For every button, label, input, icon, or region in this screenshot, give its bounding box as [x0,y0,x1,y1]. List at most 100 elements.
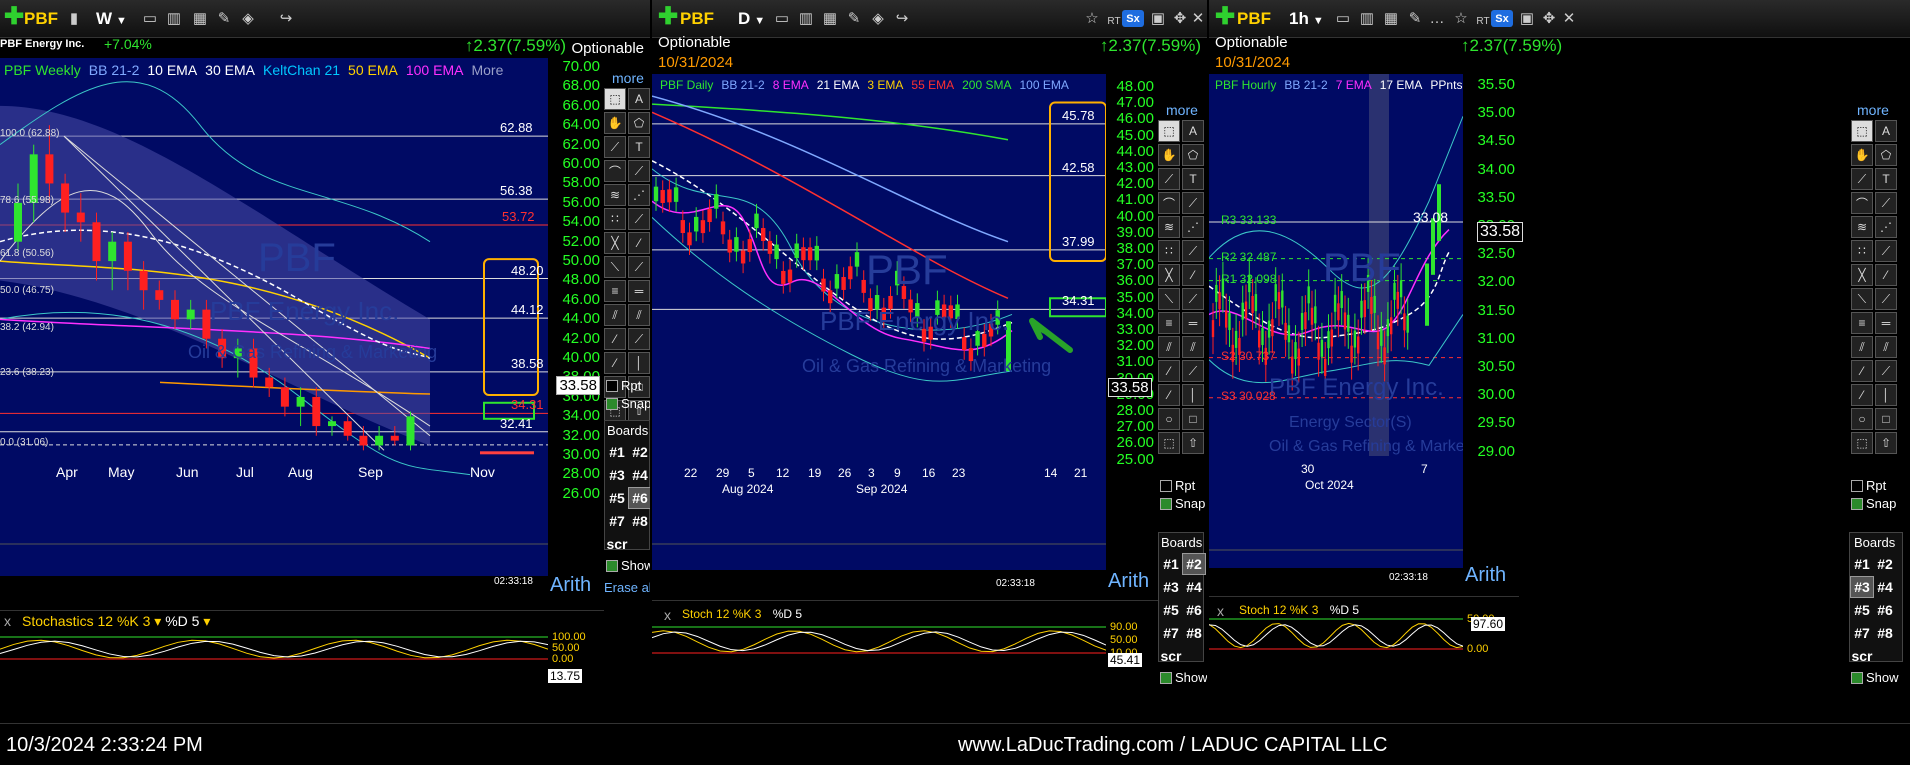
drawing-tool-icon[interactable]: ○ [1158,408,1180,430]
drawing-tool-icon[interactable]: A [1182,120,1204,142]
drawing-tool-icon[interactable]: ⋰ [628,184,650,206]
legend-item[interactable]: 100 EMA [1019,78,1068,92]
bars-icon[interactable]: ▥ [1357,8,1377,28]
drawing-tool-icon[interactable]: ⟋ [628,328,650,350]
drawing-tool-icon[interactable]: ⬠ [628,112,650,134]
drawing-tool-icon[interactable]: ⟋ [1851,168,1873,190]
drawing-tool-icon[interactable]: ═ [628,280,650,302]
drawing-tool-icon[interactable]: ∷ [604,208,626,230]
layout-icon[interactable]: ▮ [64,8,84,28]
drawing-tool-icon[interactable]: ⬚ [1851,120,1873,142]
rpt-checkbox[interactable]: Rpt [1160,478,1195,493]
eraser-icon[interactable]: ◈ [238,8,258,28]
board-button[interactable]: scr [605,533,629,555]
drawing-tool-icon[interactable]: ⫽ [628,304,650,326]
drawing-tool-icon[interactable]: ⫽ [1875,336,1897,358]
board-button[interactable]: #5 [1159,599,1183,621]
drawing-tool-icon[interactable]: ═ [1875,312,1897,334]
drawing-tool-icon[interactable]: ⌒ [604,160,626,182]
board-button[interactable]: #1 [605,441,629,463]
price-axis[interactable]: 35.5035.0034.5034.0033.5033.0032.5032.00… [1463,74,1524,604]
calculator-icon[interactable]: ▦ [1381,8,1401,28]
drawing-tool-icon[interactable]: ⁄ [1158,384,1180,406]
drawing-tool-icon[interactable]: ⋰ [1182,216,1204,238]
drawing-tool-icon[interactable]: ∷ [1158,240,1180,262]
legend-item[interactable]: PPnts [1430,78,1462,92]
board-button[interactable]: #8 [1873,622,1897,644]
drawing-tool-icon[interactable]: ⟍ [1158,288,1180,310]
drawing-tool-icon[interactable]: ⫽ [1851,336,1873,358]
drawing-tool-icon[interactable]: ⁄ [1158,360,1180,382]
legend-item[interactable]: PBF Weekly [4,62,81,78]
legend-item[interactable]: 21 EMA [817,78,860,92]
move-icon[interactable]: ✥ [1170,8,1190,28]
interval-select[interactable]: 1h ▼ [1289,9,1324,29]
save-icon[interactable]: ▣ [1148,8,1168,28]
board-button[interactable]: #5 [605,487,629,509]
drawing-tool-icon[interactable]: ⇧ [1182,432,1204,454]
scale-label[interactable]: Arith [1108,570,1149,593]
erase-all-link[interactable]: Erase all [604,580,650,595]
board-button[interactable]: #7 [605,510,629,532]
snap-checkbox[interactable]: Snap [1160,496,1205,511]
board-button[interactable]: #7 [1159,622,1183,644]
close-icon[interactable]: ✕ [1188,8,1207,28]
board-button[interactable]: #3 [1159,576,1183,598]
scale-label[interactable]: Arith [550,574,591,597]
add-symbol-icon[interactable]: ✚ [658,2,678,31]
drawing-tool-icon[interactable]: ⬚ [1851,432,1873,454]
legend-item[interactable]: More [471,62,503,78]
save-icon[interactable]: ▣ [1517,8,1537,28]
drawing-tool-icon[interactable]: ⟋ [1158,168,1180,190]
pencil-icon[interactable]: ✎ [844,8,864,28]
legend-item[interactable]: 55 EMA [911,78,954,92]
drawing-tool-icon[interactable]: ○ [1851,408,1873,430]
drawing-tool-icon[interactable]: □ [1875,408,1897,430]
drawing-tool-icon[interactable]: □ [1182,408,1204,430]
drawing-tool-icon[interactable]: │ [628,352,650,374]
symbol-label[interactable]: PBF [680,9,714,29]
drawing-tool-icon[interactable]: ≋ [1851,216,1873,238]
drawing-tool-icon[interactable]: ⟋ [1182,192,1204,214]
drawing-tool-icon[interactable]: ⫽ [1182,336,1204,358]
board-button[interactable]: #1 [1850,553,1874,575]
pencil-icon[interactable]: ✎ [214,8,234,28]
drawing-tool-icon[interactable]: ╳ [604,232,626,254]
legend-item[interactable]: BB 21-2 [89,62,140,78]
legend-item[interactable]: 200 SMA [962,78,1011,92]
close-pane-icon[interactable]: x [1217,603,1224,619]
drawing-tool-icon[interactable]: ⟋ [1875,360,1897,382]
more-link[interactable]: more [612,70,644,86]
sx-icon[interactable]: Sx [1122,10,1144,27]
calculator-icon[interactable]: ▦ [820,8,840,28]
drawing-tool-icon[interactable]: ∷ [1851,240,1873,262]
close-icon[interactable]: ✕ [1559,8,1579,28]
drawing-tool-icon[interactable]: ⫽ [1158,336,1180,358]
board-button[interactable]: #8 [1182,622,1206,644]
drawing-tool-icon[interactable]: ⟋ [628,256,650,278]
snap-checkbox[interactable]: Snap [1851,496,1896,511]
drawing-tool-icon[interactable]: ⟋ [1182,360,1204,382]
drawing-tool-icon[interactable]: ⁄ [628,232,650,254]
eraser-icon[interactable]: ◈ [868,8,888,28]
show-checkbox[interactable]: Show [1160,670,1207,685]
tv-icon[interactable]: ▭ [1333,8,1353,28]
drawing-tool-icon[interactable]: ✋ [604,112,626,134]
legend-item[interactable]: KeltChan 21 [263,62,340,78]
drawing-tool-icon[interactable]: ⁄ [604,352,626,374]
price-chart[interactable]: PBF Weekly BB 21-2 10 EMA 30 EMA KeltChan 21… [0,58,548,587]
drawing-tool-icon[interactable]: ✋ [1158,144,1180,166]
board-button[interactable]: #8 [628,510,650,532]
close-pane-icon[interactable]: x [664,607,671,623]
legend-item[interactable]: PBF Daily [660,78,713,92]
board-button[interactable]: #2 [628,441,650,463]
move-icon[interactable]: ✥ [1539,8,1559,28]
price-axis[interactable]: 48.00 47.00 46.00 45.00 44.00 43.00 42.00 41.00… [1106,74,1158,604]
drawing-tool-icon[interactable]: ⬚ [1158,432,1180,454]
drawing-tool-icon[interactable]: ⟋ [1875,240,1897,262]
drawing-tool-icon[interactable]: ⟋ [628,208,650,230]
interval-select[interactable]: D ▼ [738,9,765,29]
show-checkbox[interactable]: Show [1851,670,1899,685]
tv-icon[interactable]: ▭ [772,8,792,28]
tv-icon[interactable]: ▭ [140,8,160,28]
